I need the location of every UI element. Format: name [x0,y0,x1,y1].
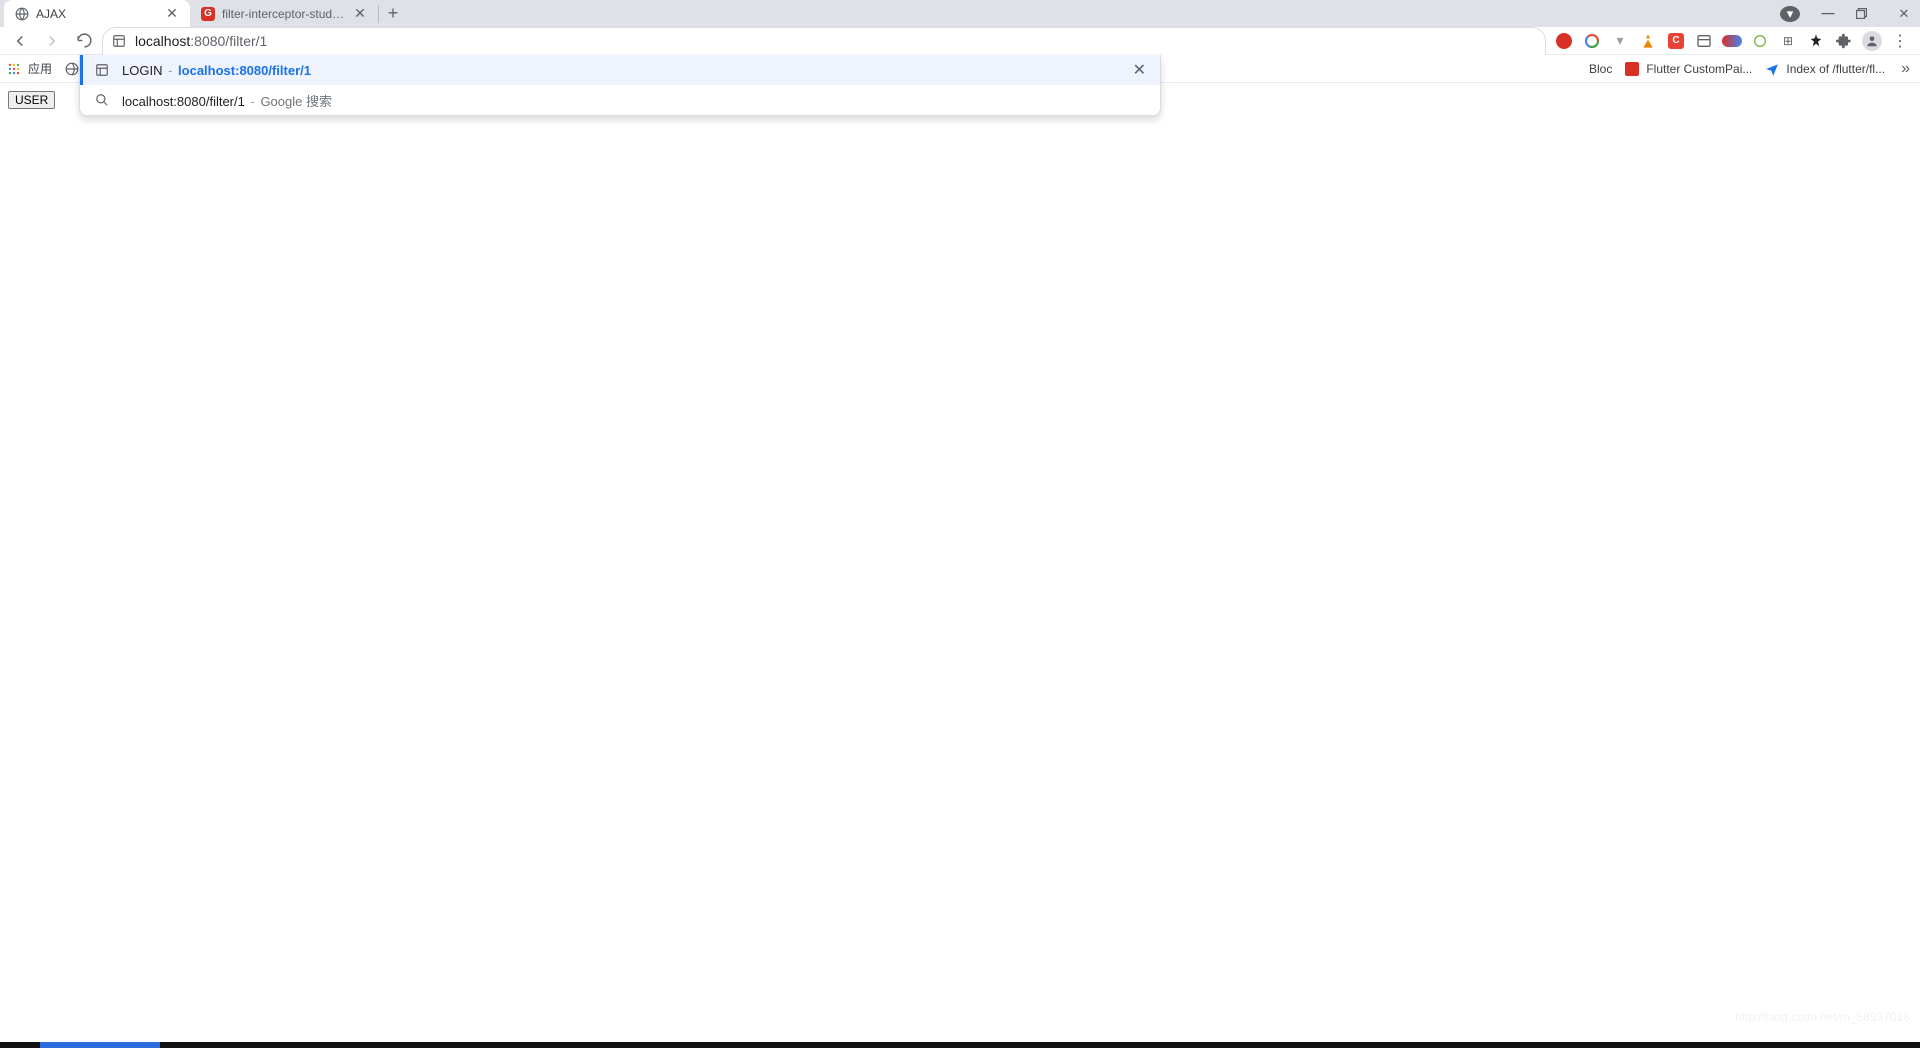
omnibox-dropdown: LOGIN - localhost:8080/filter/1 ✕ localh… [79,55,1161,116]
ext-icon-6[interactable] [1694,31,1714,51]
apps-icon [6,61,22,77]
globe-icon [14,6,30,22]
address-text[interactable]: localhost:8080/filter/1 [135,33,1537,49]
reload-button[interactable] [70,27,98,55]
ext-icon-9[interactable]: ⊞ [1778,31,1798,51]
user-button[interactable]: USER [8,91,55,109]
bookmark-label: Flutter CustomPai... [1646,62,1752,76]
suggestion-search[interactable]: localhost:8080/filter/1 - Google 搜索 [80,85,1160,115]
tab-strip: AJAX ✕ G filter-interceptor-study: filte… [0,0,1920,27]
bookmark-icon [1624,61,1640,77]
suggestion-history[interactable]: LOGIN - localhost:8080/filter/1 ✕ [80,55,1160,85]
bookmark-label: Index of /flutter/fl... [1786,62,1885,76]
bookmark-label: Bloc [1589,62,1612,76]
close-icon[interactable]: ✕ [352,6,368,22]
account-icon[interactable]: ▾ [1780,6,1800,22]
remove-suggestion-icon[interactable]: ✕ [1133,60,1146,80]
apps-label: 应用 [28,60,52,77]
watermark: http://blog.csdn.net/m_58937018 [1735,1010,1910,1024]
page-icon [94,62,110,78]
maximize-button[interactable] [1856,8,1876,19]
tab-title: filter-interceptor-study: filter-i [222,7,346,21]
back-button[interactable] [6,27,34,55]
ext-icon-7[interactable] [1722,31,1742,51]
ext-icon-2[interactable] [1582,31,1602,51]
new-tab-button[interactable]: + [379,0,407,27]
toolbar: localhost:8080/filter/1 ▾ C ⊞ ⋮ [0,27,1920,55]
suggestion-query: localhost:8080/filter/1 [122,94,245,109]
ext-icon-1[interactable] [1554,31,1574,51]
apps-button[interactable]: 应用 [6,60,52,77]
close-icon[interactable]: ✕ [164,6,180,22]
address-bar[interactable]: localhost:8080/filter/1 [102,27,1546,55]
ext-icon-5[interactable]: C [1666,31,1686,51]
tab-filter-interceptor[interactable]: G filter-interceptor-study: filter-i ✕ [190,0,378,27]
profile-icon[interactable] [1862,31,1882,51]
ext-icon-3[interactable]: ▾ [1610,31,1630,51]
bookmark-index-flutter[interactable]: Index of /flutter/fl... [1764,61,1885,77]
close-window-button[interactable]: ✕ [1894,6,1914,22]
extension-icons: ▾ C ⊞ ⋮ [1550,31,1914,51]
site-info-icon[interactable] [111,33,127,49]
search-icon [94,92,110,108]
extensions-icon[interactable] [1834,31,1854,51]
ext-icon-10[interactable] [1806,31,1826,51]
bookmark-bloc[interactable]: Bloc [1589,62,1612,76]
menu-icon[interactable]: ⋮ [1890,31,1910,51]
bookmark-globe[interactable] [64,61,80,77]
forward-button[interactable] [38,27,66,55]
ext-icon-8[interactable] [1750,31,1770,51]
window-controls: ▾ ─ ✕ [1780,0,1914,27]
arrow-icon [1764,61,1780,77]
tab-title: AJAX [36,7,158,21]
red-g-icon: G [200,6,216,22]
suggestion-title: LOGIN [122,63,162,78]
globe-icon [64,61,80,77]
suggestion-engine: Google 搜索 [260,94,332,109]
ext-icon-4[interactable] [1638,31,1658,51]
suggestion-url: localhost:8080/filter/1 [178,63,311,78]
minimize-button[interactable]: ─ [1818,3,1838,24]
bookmarks-overflow[interactable]: » [1897,60,1914,78]
taskbar [0,1042,1920,1048]
bookmark-flutter-custompaint[interactable]: Flutter CustomPai... [1624,61,1752,77]
tab-ajax[interactable]: AJAX ✕ [4,0,190,27]
